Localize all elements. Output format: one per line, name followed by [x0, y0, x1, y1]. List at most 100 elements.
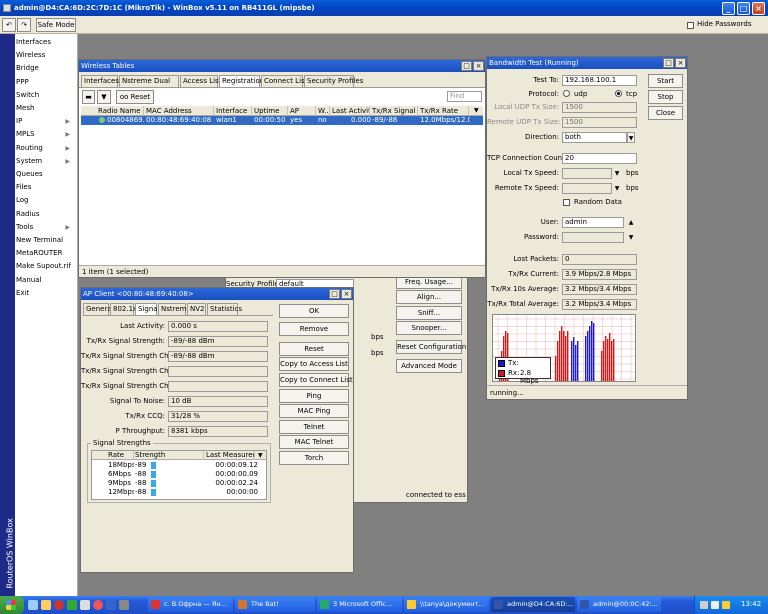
- ping-button[interactable]: Ping: [279, 389, 349, 403]
- tab-statistics[interactable]: Statistics: [207, 303, 242, 315]
- taskbar-task-c-b[interactable]: c. B.Офрна — Ян...: [148, 597, 233, 612]
- tab-access-list[interactable]: Access List: [180, 75, 221, 87]
- columns-dropdown-icon[interactable]: ▼: [474, 106, 482, 116]
- minimize-icon[interactable]: _: [722, 2, 735, 15]
- taskbar-task-the-bat[interactable]: The Bat!: [235, 597, 315, 612]
- sidebar-item-exit[interactable]: Exit: [15, 287, 73, 300]
- signal-strength-row[interactable]: 18Mbps -89 00:00:09.12: [92, 461, 266, 470]
- tab-general[interactable]: General: [83, 303, 114, 315]
- taskbar-task-tanya[interactable]: \\tanya\документ...: [404, 597, 489, 612]
- tab-nv2[interactable]: NV2: [187, 303, 206, 315]
- tray-icon-1[interactable]: [700, 601, 708, 609]
- wireless-minimize-icon[interactable]: □: [461, 61, 472, 71]
- snooper-button[interactable]: Snooper...: [396, 321, 462, 335]
- tab-signal[interactable]: Signal: [135, 303, 160, 315]
- remove-icon[interactable]: ▬: [82, 90, 95, 104]
- find-input[interactable]: Find: [447, 91, 482, 102]
- column-header-mac-address[interactable]: MAC Address: [145, 106, 214, 116]
- column-header-rate[interactable]: Rate: [107, 451, 134, 460]
- copy-to-access-list-button[interactable]: Copy to Access List: [279, 357, 349, 371]
- column-header-uptime[interactable]: Uptime: [253, 106, 288, 116]
- tray-icon-3[interactable]: [722, 601, 730, 609]
- quicklaunch-icon-4[interactable]: [67, 600, 77, 610]
- quicklaunch-icon-6[interactable]: [93, 600, 103, 610]
- local-tx-speed-input[interactable]: [562, 168, 612, 179]
- quicklaunch-icon-5[interactable]: [80, 600, 90, 610]
- quicklaunch-icon-2[interactable]: [41, 600, 51, 610]
- user-input[interactable]: admin: [562, 217, 624, 228]
- sidebar-item-metarouter[interactable]: MetaROUTER: [15, 247, 73, 260]
- column-header-strength[interactable]: Strength: [134, 451, 204, 460]
- close-icon[interactable]: ×: [752, 2, 765, 15]
- quicklaunch-icon-8[interactable]: [119, 600, 129, 610]
- sidebar-item-system[interactable]: System ▶: [15, 155, 73, 168]
- quicklaunch-icon-1[interactable]: [28, 600, 38, 610]
- column-header-radio-name[interactable]: Radio Name: [97, 106, 144, 116]
- sidebar-item-mesh[interactable]: Mesh: [15, 102, 73, 115]
- password-input[interactable]: [562, 232, 624, 243]
- sidebar-item-new-terminal[interactable]: New Terminal: [15, 234, 73, 247]
- ap-client-minimize-icon[interactable]: □: [329, 289, 340, 299]
- sidebar-item-ip[interactable]: IP ▶: [15, 115, 73, 128]
- sidebar-item-radius[interactable]: Radius: [15, 208, 73, 221]
- torch-button[interactable]: Torch: [279, 451, 349, 465]
- sidebar-item-mpls[interactable]: MPLS ▶: [15, 128, 73, 141]
- ok-button[interactable]: OK: [279, 304, 349, 318]
- column-header-w[interactable]: W...: [317, 106, 330, 116]
- signal-strength-row[interactable]: 12Mbps -88 00:00:00: [92, 488, 266, 497]
- direction-select[interactable]: both: [562, 132, 627, 143]
- sidebar-item-interfaces[interactable]: Interfaces: [15, 36, 73, 49]
- reset-configuration-button[interactable]: Reset Configuration: [396, 340, 466, 354]
- start-button[interactable]: Start: [648, 74, 683, 88]
- undo-button[interactable]: ↶: [2, 18, 16, 32]
- copy-to-connect-list-button[interactable]: Copy to Connect List: [279, 373, 353, 387]
- columns-dropdown-icon[interactable]: ▼: [258, 451, 266, 460]
- mac-telnet-button[interactable]: MAC Telnet: [279, 435, 349, 449]
- remote-tx-speed-dropdown-icon[interactable]: ▼: [613, 183, 621, 194]
- tab-interfaces[interactable]: Interfaces: [81, 75, 119, 87]
- sidebar-item-make-supout-rif[interactable]: Make Supout.rif: [15, 260, 73, 273]
- sidebar-item-tools[interactable]: Tools ▶: [15, 221, 73, 234]
- filter-icon[interactable]: ▼: [97, 90, 111, 104]
- sidebar-item-ppp[interactable]: PPP: [15, 76, 73, 89]
- redo-button[interactable]: ↷: [17, 18, 31, 32]
- column-header-last-measured[interactable]: Last Measured: [205, 451, 255, 460]
- reset-button[interactable]: Reset: [279, 342, 349, 356]
- ap-client-close-icon[interactable]: ×: [341, 289, 352, 299]
- telnet-button[interactable]: Telnet: [279, 420, 349, 434]
- signal-strength-row[interactable]: 6Mbps -88 00:00:00.09: [92, 470, 266, 479]
- sidebar-item-log[interactable]: Log: [15, 194, 73, 207]
- remote-udp-field[interactable]: 1500: [562, 117, 637, 128]
- tab-nstreme-dual[interactable]: Nstreme Dual: [119, 75, 179, 87]
- column-header-last-activit[interactable]: Last Activit...: [331, 106, 370, 116]
- taskbar-task-admin-d4-ca-6d[interactable]: admin@D4:CA:6D:...: [491, 597, 575, 612]
- password-dropdown-icon[interactable]: ▼: [627, 232, 635, 243]
- wireless-close-icon[interactable]: ×: [473, 61, 484, 71]
- tab-802-1x[interactable]: 802.1x: [110, 303, 137, 315]
- align-button[interactable]: Align...: [396, 290, 462, 304]
- sidebar-item-bridge[interactable]: Bridge: [15, 62, 73, 75]
- sidebar-item-switch[interactable]: Switch: [15, 89, 73, 102]
- taskbar-task-admin-00-0c-42[interactable]: admin@00:0C:42:...: [577, 597, 661, 612]
- hide-passwords-checkbox[interactable]: [687, 21, 694, 29]
- quicklaunch-icon-3[interactable]: [54, 600, 64, 610]
- sidebar-item-wireless[interactable]: Wireless: [15, 49, 73, 62]
- sniff-button[interactable]: Sniff...: [396, 306, 462, 320]
- tcp-radio[interactable]: [615, 89, 622, 97]
- remove-button[interactable]: Remove: [279, 322, 349, 336]
- maximize-icon[interactable]: □: [737, 2, 750, 15]
- local-tx-speed-dropdown-icon[interactable]: ▼: [613, 168, 621, 179]
- sidebar-item-files[interactable]: Files: [15, 181, 73, 194]
- test-to-input[interactable]: 192.168.100.1: [562, 75, 637, 86]
- column-header-interface[interactable]: Interface: [215, 106, 252, 116]
- sidebar-item-queues[interactable]: Queues: [15, 168, 73, 181]
- advanced-mode-button[interactable]: Advanced Mode: [396, 359, 462, 373]
- tab-nstreme[interactable]: Nstreme: [158, 303, 191, 315]
- column-header-tx-rx-signal[interactable]: Tx/Rx Signal ...: [371, 106, 418, 116]
- taskbar-task-3-microsoft-offic[interactable]: 3 Microsoft Offic...: [317, 597, 402, 612]
- table-row[interactable]: 00804869...00:80:48:69:40:08 wlan1 00:00:5…: [81, 116, 483, 125]
- tray-icon-2[interactable]: [711, 601, 719, 609]
- tab-security-profiles[interactable]: Security Profiles: [304, 75, 363, 87]
- bandwidth-minimize-icon[interactable]: □: [663, 58, 674, 68]
- sidebar-item-manual[interactable]: Manual: [15, 274, 73, 287]
